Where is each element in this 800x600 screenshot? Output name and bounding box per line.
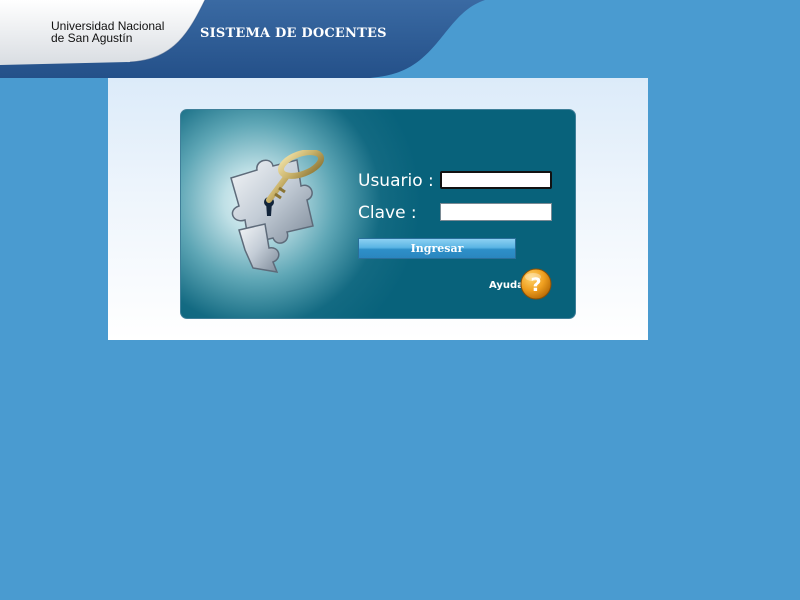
university-name: Universidad Nacional de San Agustín	[51, 20, 164, 44]
system-title: SISTEMA DE DOCENTES	[200, 26, 387, 41]
password-label: Clave :	[358, 203, 417, 223]
university-name-line2: de San Agustín	[51, 31, 133, 45]
login-button[interactable]: Ingresar	[358, 238, 516, 259]
svg-text:?: ?	[530, 274, 541, 296]
puzzle-key-icon	[230, 150, 325, 273]
username-label: Usuario :	[358, 171, 434, 191]
help-label[interactable]: Ayuda	[489, 280, 524, 291]
password-input[interactable]	[440, 203, 552, 221]
username-input[interactable]	[440, 171, 552, 189]
question-mark-icon[interactable]: ?	[520, 268, 552, 300]
